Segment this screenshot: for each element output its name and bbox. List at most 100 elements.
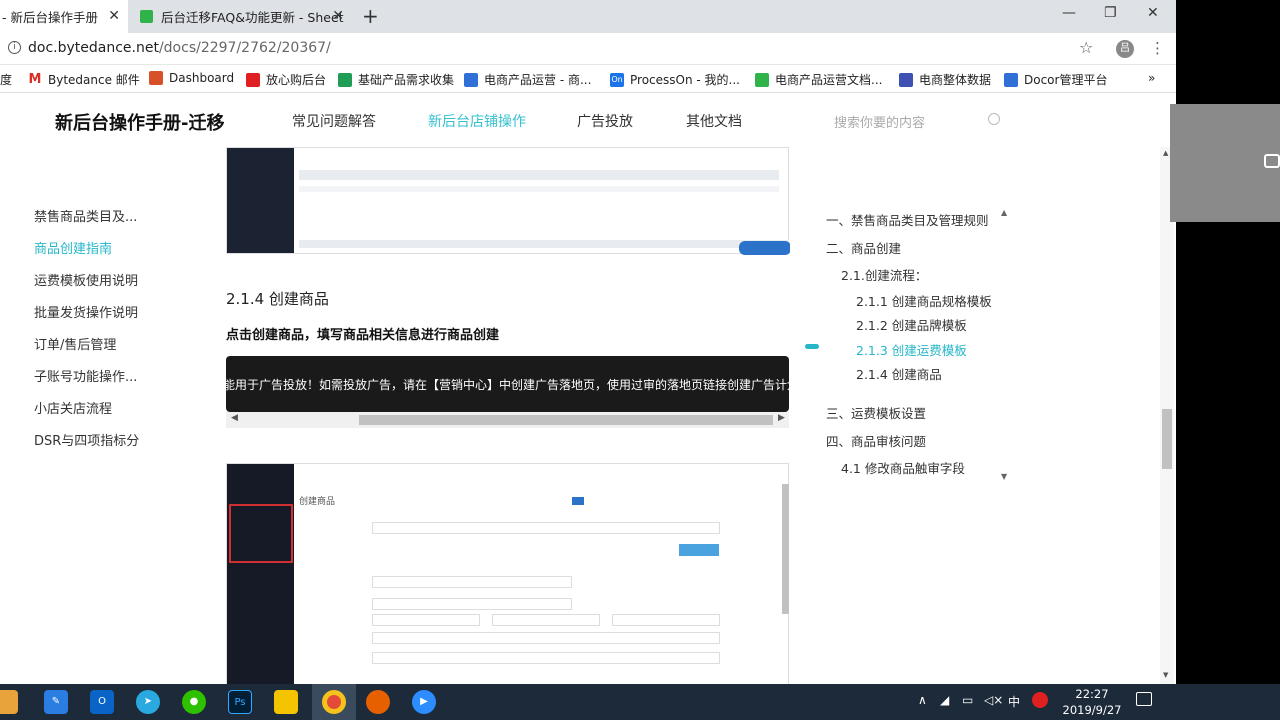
lark-icon[interactable]: ➤ (136, 690, 160, 714)
notes-icon[interactable]: ✎ (44, 690, 68, 714)
side-video-panel (1170, 0, 1280, 684)
tab-faq-sheet[interactable]: 后台迁移FAQ&功能更新 - Sheet ✕ (132, 0, 352, 33)
volume-muted-icon[interactable]: ◁× (984, 693, 1003, 707)
sidebar-item[interactable]: 批量发货操作说明 (34, 302, 138, 321)
wechat-icon[interactable]: ● (182, 690, 206, 714)
notification-icon[interactable] (1136, 692, 1152, 706)
screenshot-footer (299, 240, 789, 248)
site-brand[interactable]: 新后台操作手册-迁移 (55, 109, 224, 135)
section-heading: 2.1.4 创建商品 (226, 290, 329, 308)
toc-item[interactable]: 2.1.创建流程： (841, 265, 927, 284)
bookmark-item[interactable]: 电商整体数据 (899, 71, 991, 88)
sidebar-item-active[interactable]: 商品创建指南 (34, 238, 112, 257)
bookmark-item[interactable]: Dashboard (149, 71, 234, 85)
bookmark-label: 度 (0, 73, 13, 87)
nav-store-ops[interactable]: 新后台店铺操作 (428, 111, 526, 131)
sidebar-item[interactable]: 小店关店流程 (34, 398, 112, 417)
toc-item-active[interactable]: 2.1.3 创建运费模板 (856, 340, 967, 359)
close-tab-icon[interactable]: ✕ (108, 8, 120, 24)
chart-icon (899, 72, 913, 87)
scroll-right-icon[interactable]: ▶ (778, 413, 785, 423)
explorer-icon[interactable] (0, 690, 18, 714)
sticky-notes-icon[interactable] (274, 690, 298, 714)
minimize-button[interactable]: — (1062, 5, 1076, 21)
photoshop-icon[interactable]: Ps (228, 690, 252, 714)
notice-banner: 能用于广告投放！如需投放广告，请在【营销中心】中创建广告落地页，使用过审的落地页… (226, 356, 789, 412)
toc-item[interactable]: 一、禁售商品类目及管理规则 (826, 210, 989, 229)
toc-item[interactable]: 2.1.2 创建品牌模板 (856, 315, 967, 334)
sidebar-item[interactable]: 禁售商品类目及... (34, 206, 137, 225)
sheet-icon (140, 10, 153, 23)
screenshot-field (372, 576, 572, 588)
browser-menu-icon[interactable]: ⋮ (1150, 39, 1165, 57)
toc-item[interactable]: 三、运费模板设置 (826, 403, 926, 422)
sidebar-item[interactable]: 运费模板使用说明 (34, 270, 138, 289)
main-content: 2.1.4 创建商品 点击创建商品，填写商品相关信息进行商品创建 能用于广告投放… (226, 147, 790, 684)
sidebar-item[interactable]: 订单/售后管理 (34, 334, 116, 353)
sidebar-item[interactable]: DSR与四项指标分 (34, 430, 139, 449)
search-input[interactable]: 搜索你要的内容 (826, 105, 1006, 135)
close-tab-icon[interactable]: ✕ (332, 8, 344, 24)
search-icon[interactable] (988, 113, 1000, 125)
toc-scroll-up-icon[interactable]: ▲ (1001, 208, 1007, 217)
toc-item[interactable]: 4.1 修改商品触审字段 (841, 458, 965, 477)
page-scroll-up-icon[interactable]: ▲ (1163, 149, 1168, 157)
system-clock[interactable]: 22:27 2019/9/27 (1062, 686, 1122, 718)
bookmark-item[interactable]: 电商产品运营文档... (755, 71, 882, 88)
url-path: /docs/2297/2762/20367/ (158, 40, 331, 56)
toc-item[interactable]: 2.1.4 创建商品 (856, 364, 942, 383)
app-tray-icon[interactable] (1032, 692, 1048, 708)
toc-item[interactable]: 2.1.1 创建商品规格模板 (856, 291, 992, 310)
zoom-icon[interactable]: ▶ (412, 690, 436, 714)
site-info-icon[interactable]: i (8, 41, 21, 54)
close-window-button[interactable]: ✕ (1147, 5, 1159, 21)
firefox-icon[interactable] (366, 690, 390, 714)
toc-scroll-down-icon[interactable]: ▼ (1001, 472, 1007, 481)
form-icon (338, 72, 352, 87)
screenshot-help-button (739, 241, 790, 255)
maximize-button[interactable]: ❐ (1104, 5, 1117, 21)
scroll-left-icon[interactable]: ◀ (231, 413, 238, 423)
create-product-screenshot: 创建商品 (226, 463, 789, 684)
screenshot-field (372, 598, 572, 610)
bookmark-item[interactable]: Docor管理平台 (1004, 71, 1107, 88)
sheet-icon (755, 72, 769, 87)
bookmark-item[interactable]: 电商产品运营 - 商... (464, 71, 591, 88)
bookmarks-more-button[interactable]: » (1148, 71, 1155, 85)
docor-icon (1004, 72, 1018, 87)
bookmark-label: 基础产品需求收集 (358, 73, 455, 87)
browser-window: - 新后台操作手册 ✕ 后台迁移FAQ&功能更新 - Sheet ✕ + — ❐… (0, 0, 1176, 684)
bookmark-item[interactable]: 基础产品需求收集 (338, 71, 454, 88)
bookmark-item[interactable]: M Bytedance 邮件 (28, 71, 140, 88)
toc-item[interactable]: 二、商品创建 (826, 238, 901, 257)
ime-indicator[interactable]: 中 (1008, 693, 1020, 710)
nav-faq[interactable]: 常见问题解答 (292, 111, 376, 131)
scroll-thumb[interactable] (359, 415, 773, 425)
bookmark-item[interactable]: 放心购后台 (246, 71, 326, 88)
chrome-icon[interactable] (322, 690, 346, 714)
network-icon[interactable]: ◢ (940, 693, 949, 707)
screenshot-field (492, 614, 600, 626)
sidebar-item[interactable]: 子账号功能操作... (34, 366, 137, 385)
outlook-icon[interactable]: O (90, 690, 114, 714)
profile-avatar[interactable]: 吕 (1116, 40, 1134, 58)
page-scroll-down-icon[interactable]: ▼ (1163, 671, 1168, 679)
bookmark-item[interactable]: On ProcessOn - 我的... (610, 71, 740, 88)
screenshot-table-row (299, 186, 779, 192)
battery-icon[interactable]: ▭ (962, 693, 973, 707)
bookmark-label: ProcessOn - 我的... (630, 73, 740, 87)
bookmark-star-icon[interactable]: ☆ (1079, 38, 1093, 57)
camera-off-icon[interactable] (1264, 154, 1280, 168)
page-scroll-thumb[interactable] (1162, 409, 1172, 469)
horizontal-scrollbar[interactable]: ◀ ▶ (226, 412, 789, 428)
nav-other-docs[interactable]: 其他文档 (686, 111, 742, 131)
url-field[interactable]: doc.bytedance.net/docs/2297/2762/20367/ (28, 40, 331, 56)
bookmark-item[interactable]: 度 (0, 71, 12, 88)
new-tab-button[interactable]: + (362, 4, 379, 28)
toc-item[interactable]: 四、商品审核问题 (826, 431, 926, 450)
tab-manual[interactable]: - 新后台操作手册 ✕ (0, 0, 128, 33)
tray-expand-icon[interactable]: ∧ (918, 693, 927, 707)
nav-ads[interactable]: 广告投放 (577, 111, 633, 131)
url-host: doc.bytedance.net (28, 40, 159, 56)
page-scrollbar[interactable]: ▲ ▼ (1160, 147, 1174, 684)
